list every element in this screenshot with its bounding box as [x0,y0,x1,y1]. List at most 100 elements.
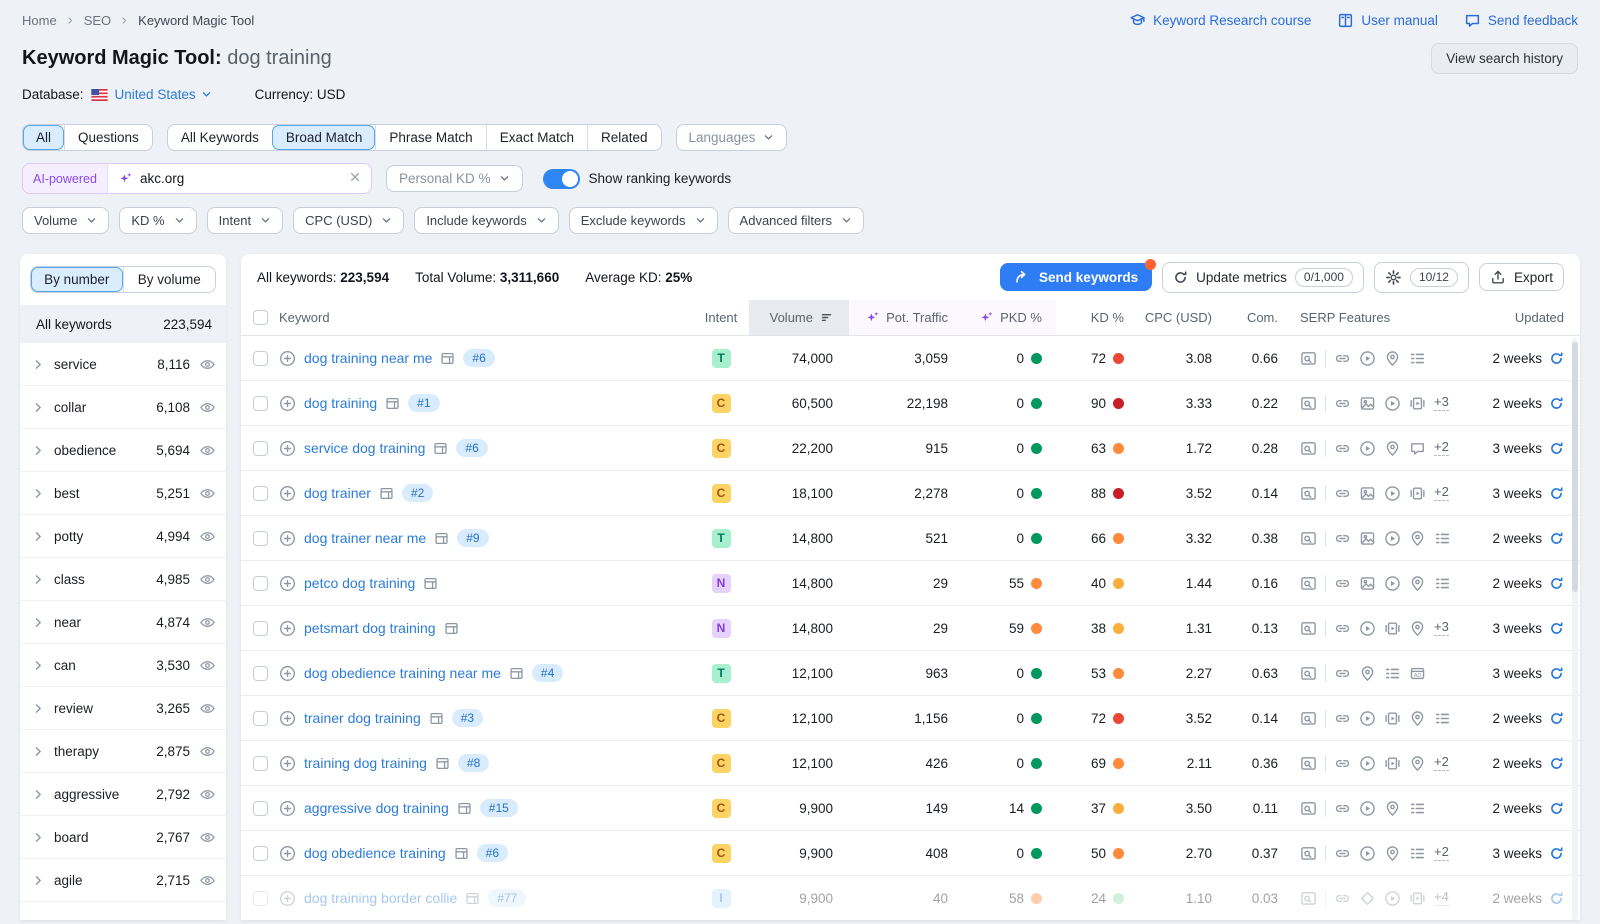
refresh-keyword-icon[interactable] [1549,441,1564,456]
serp-preview-icon[interactable] [1300,575,1317,592]
rank-badge[interactable]: #6 [456,439,487,457]
col-updated[interactable]: Updated [1464,300,1580,335]
serp-preview-icon[interactable] [1300,890,1317,907]
keyword-link[interactable]: training dog training [304,755,427,771]
sidebar-group-therapy[interactable]: therapy2,875 [20,730,226,773]
tab-related[interactable]: Related [587,125,661,150]
keyword-link[interactable]: aggressive dog training [304,800,449,816]
rank-badge[interactable]: #6 [477,844,508,862]
serp-preview-icon[interactable] [1300,755,1317,772]
row-checkbox[interactable] [253,621,268,636]
row-checkbox[interactable] [253,351,268,366]
breadcrumb-item-seo[interactable]: SEO [84,13,111,28]
refresh-keyword-icon[interactable] [1549,351,1564,366]
eye-icon[interactable] [199,399,216,416]
rank-badge[interactable]: #4 [532,664,563,682]
database-selector[interactable]: United States [115,87,212,102]
add-keyword-icon[interactable] [279,665,296,682]
add-keyword-icon[interactable] [279,755,296,772]
col-intent[interactable]: Intent [705,310,738,325]
col-pkd[interactable]: PKD % [964,300,1056,335]
filter-include-keywords[interactable]: Include keywords [414,207,558,234]
serp-more-features[interactable]: +2 [1434,485,1449,501]
sidebar-group-can[interactable]: can3,530 [20,644,226,687]
eye-icon[interactable] [199,571,216,588]
serp-snapshot-icon[interactable] [444,621,459,636]
sidebar-tab-by-number[interactable]: By number [31,267,123,292]
tab-all[interactable]: All [23,125,64,150]
col-volume[interactable]: Volume [749,300,849,335]
view-search-history-button[interactable]: View search history [1431,43,1578,74]
languages-dropdown[interactable]: Languages [676,124,788,151]
filter-kd[interactable]: KD % [119,207,196,234]
keyword-link[interactable]: dog obedience training near me [304,665,501,681]
serp-snapshot-icon[interactable] [433,441,448,456]
add-keyword-icon[interactable] [279,890,296,907]
sidebar-group-board[interactable]: board2,767 [20,816,226,859]
serp-more-features[interactable]: +2 [1434,845,1449,861]
intent-badge[interactable]: T [712,349,731,368]
sidebar-tab-by-volume[interactable]: By volume [123,267,216,292]
intent-badge[interactable]: C [712,754,731,773]
row-checkbox[interactable] [253,666,268,681]
keyword-link[interactable]: trainer dog training [304,710,421,726]
serp-preview-icon[interactable] [1300,845,1317,862]
row-checkbox[interactable] [253,396,268,411]
serp-snapshot-icon[interactable] [440,351,455,366]
sidebar-group-agile[interactable]: agile2,715 [20,859,226,902]
add-keyword-icon[interactable] [279,620,296,637]
eye-icon[interactable] [199,829,216,846]
add-keyword-icon[interactable] [279,845,296,862]
sidebar-group-class[interactable]: class4,985 [20,558,226,601]
keyword-link[interactable]: dog obedience training [304,845,446,861]
eye-icon[interactable] [199,786,216,803]
keyword-link[interactable]: dog training border collie [304,890,457,906]
add-keyword-icon[interactable] [279,800,296,817]
rank-badge[interactable]: #15 [480,799,518,817]
serp-preview-icon[interactable] [1300,665,1317,682]
eye-icon[interactable] [199,700,216,717]
serp-snapshot-icon[interactable] [435,756,450,771]
serp-snapshot-icon[interactable] [423,576,438,591]
update-metrics-button[interactable]: Update metrics 0/1,000 [1162,262,1364,293]
filter-cpc-usd[interactable]: CPC (USD) [293,207,404,234]
row-checkbox[interactable] [253,756,268,771]
col-com[interactable]: Com. [1226,300,1288,335]
col-cpc[interactable]: CPC (USD) [1138,300,1226,335]
personal-kd-dropdown[interactable]: Personal KD % [386,165,523,192]
serp-preview-icon[interactable] [1300,620,1317,637]
refresh-keyword-icon[interactable] [1549,801,1564,816]
serp-snapshot-icon[interactable] [379,486,394,501]
keyword-link[interactable]: petsmart dog training [304,620,436,636]
rank-badge[interactable]: #8 [458,754,489,772]
row-checkbox[interactable] [253,531,268,546]
filter-intent[interactable]: Intent [207,207,284,234]
intent-badge[interactable]: I [712,889,731,908]
serp-more-features[interactable]: +2 [1434,755,1449,771]
tab-all-keywords[interactable]: All Keywords [168,125,272,150]
sidebar-group-aggressive[interactable]: aggressive2,792 [20,773,226,816]
refresh-keyword-icon[interactable] [1549,531,1564,546]
sidebar-group-obedience[interactable]: obedience5,694 [20,429,226,472]
serp-preview-icon[interactable] [1300,350,1317,367]
add-keyword-icon[interactable] [279,530,296,547]
rank-badge[interactable]: #1 [408,394,439,412]
intent-badge[interactable]: N [712,619,731,638]
rank-badge[interactable]: #3 [452,709,483,727]
serp-more-features[interactable]: +2 [1434,440,1449,456]
refresh-keyword-icon[interactable] [1549,486,1564,501]
row-checkbox[interactable] [253,711,268,726]
keyword-link[interactable]: dog trainer [304,485,371,501]
filter-exclude-keywords[interactable]: Exclude keywords [569,207,718,234]
intent-badge[interactable]: T [712,664,731,683]
eye-icon[interactable] [199,743,216,760]
add-keyword-icon[interactable] [279,395,296,412]
keyword-link[interactable]: service dog training [304,440,425,456]
user-manual-link[interactable]: User manual [1337,12,1438,29]
serp-snapshot-icon[interactable] [434,531,449,546]
serp-snapshot-icon[interactable] [429,711,444,726]
sidebar-group-potty[interactable]: potty4,994 [20,515,226,558]
serp-more-features[interactable]: +3 [1434,620,1449,636]
intent-badge[interactable]: C [712,394,731,413]
refresh-keyword-icon[interactable] [1549,621,1564,636]
